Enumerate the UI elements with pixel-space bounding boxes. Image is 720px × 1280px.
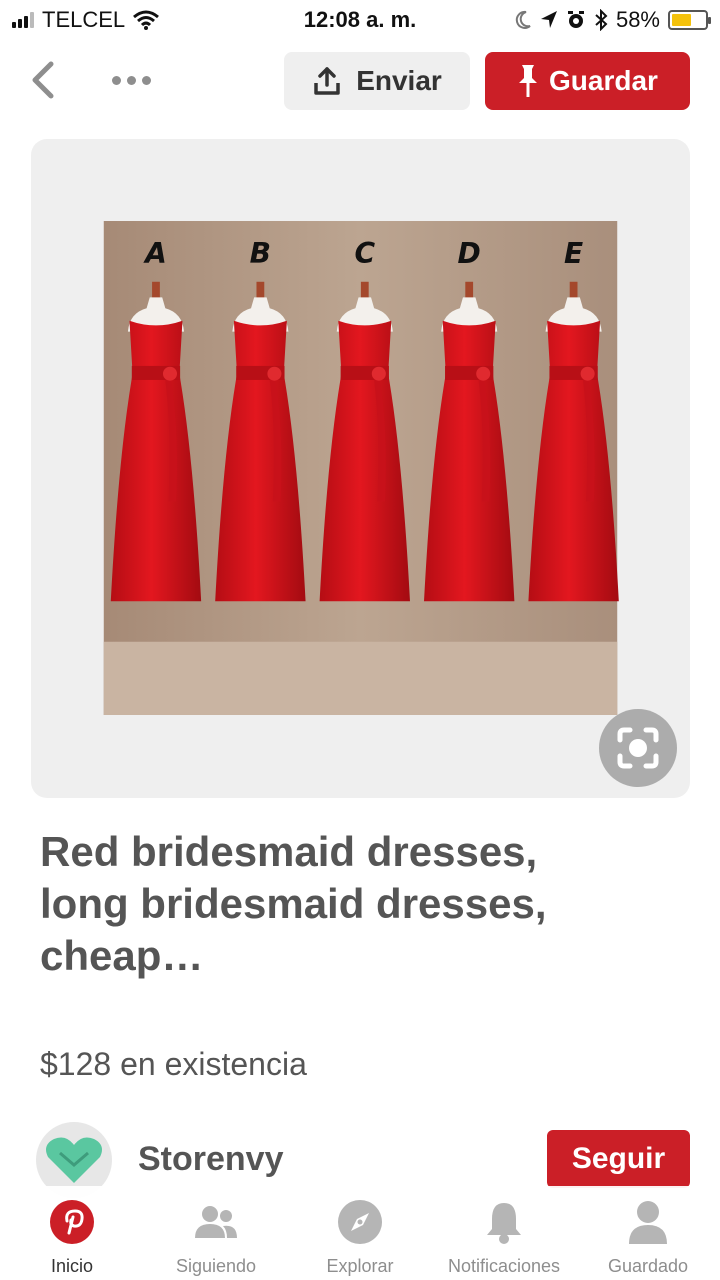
- nav-item-explorar[interactable]: Explorar: [290, 1198, 430, 1277]
- mannequin-cap: [569, 281, 578, 299]
- dress-bow: [162, 366, 178, 381]
- pin-price: $128 en existencia: [40, 1046, 307, 1082]
- send-label: Enviar: [356, 65, 442, 96]
- dress-bow: [476, 366, 491, 381]
- mannequin-cap: [256, 281, 265, 299]
- mannequin-cap: [465, 281, 474, 299]
- store-name[interactable]: Storenvy: [138, 1140, 284, 1179]
- dress-letter-label: B: [250, 237, 271, 270]
- dress-bow: [580, 366, 595, 381]
- dress-bow: [371, 366, 386, 381]
- moon-icon: [515, 10, 531, 29]
- ellipsis-dot: [142, 75, 151, 85]
- save-label: Guardar: [549, 65, 658, 96]
- nav-item-inicio[interactable]: Inicio: [2, 1198, 142, 1277]
- nav-label-notificaciones: Notificaciones: [447, 1256, 561, 1276]
- pin-icon: [519, 65, 538, 97]
- dress-bow: [267, 366, 282, 381]
- pin-image-card[interactable]: A B C D E: [31, 139, 690, 798]
- people-icon: [192, 1198, 240, 1246]
- storenvy-logo-icon: [46, 1137, 102, 1183]
- dresses-photo[interactable]: A B C D E: [31, 221, 690, 715]
- battery-icon: [668, 10, 711, 30]
- pin-toolbar: Enviar Guardar: [0, 48, 720, 112]
- alarm-icon: [567, 11, 584, 28]
- nav-label-siguiendo: Siguiendo: [175, 1256, 257, 1276]
- nav-item-notificaciones[interactable]: Notificaciones: [434, 1198, 574, 1277]
- dress-letter-label: E: [564, 237, 583, 270]
- location-icon: [540, 11, 557, 28]
- pinterest-icon: [48, 1198, 96, 1246]
- dress-letter-label: C: [354, 237, 375, 270]
- status-left: TELCEL: [12, 7, 160, 33]
- follow-button[interactable]: Seguir: [547, 1130, 690, 1188]
- nav-label-inicio: Inicio: [50, 1256, 94, 1276]
- bottom-nav: Inicio Siguiendo Explorar Notificaciones…: [0, 1186, 720, 1280]
- signal-icon: [12, 12, 34, 28]
- bluetooth-icon: [595, 9, 608, 31]
- mannequin-cap: [360, 281, 369, 299]
- ellipsis-icon: [112, 75, 121, 85]
- carrier-name: TELCEL: [42, 7, 126, 32]
- save-button[interactable]: Guardar: [485, 52, 690, 110]
- battery-fill: [672, 14, 691, 26]
- pin-title[interactable]: Red bridesmaid dresses, long bridesmaid …: [40, 826, 600, 982]
- share-icon: [314, 67, 340, 95]
- visual-search-button[interactable]: [599, 709, 677, 787]
- ellipsis-dot: [127, 75, 136, 85]
- dress-letter-label: D: [458, 237, 481, 270]
- bell-icon: [480, 1198, 528, 1246]
- visual-search-icon: [617, 727, 659, 769]
- battery-percent: 58%: [615, 7, 660, 32]
- status-right: 58%: [514, 7, 711, 33]
- more-options-button[interactable]: [112, 66, 151, 94]
- dress-letter-label: A: [143, 237, 167, 270]
- compass-icon: [336, 1198, 384, 1246]
- nav-item-guardado[interactable]: Guardado: [578, 1198, 718, 1277]
- nav-label-explorar: Explorar: [326, 1256, 394, 1276]
- send-button[interactable]: Enviar: [284, 52, 470, 110]
- nav-label-guardado: Guardado: [607, 1256, 689, 1276]
- mannequin-cap: [152, 281, 160, 299]
- status-bar: TELCEL 12:08 a. m. 58%: [0, 0, 720, 40]
- chevron-left-icon: [32, 61, 54, 99]
- nav-item-siguiendo[interactable]: Siguiendo: [146, 1198, 286, 1277]
- profile-icon: [624, 1198, 672, 1246]
- wifi-icon: [133, 10, 160, 30]
- back-button[interactable]: [22, 58, 62, 102]
